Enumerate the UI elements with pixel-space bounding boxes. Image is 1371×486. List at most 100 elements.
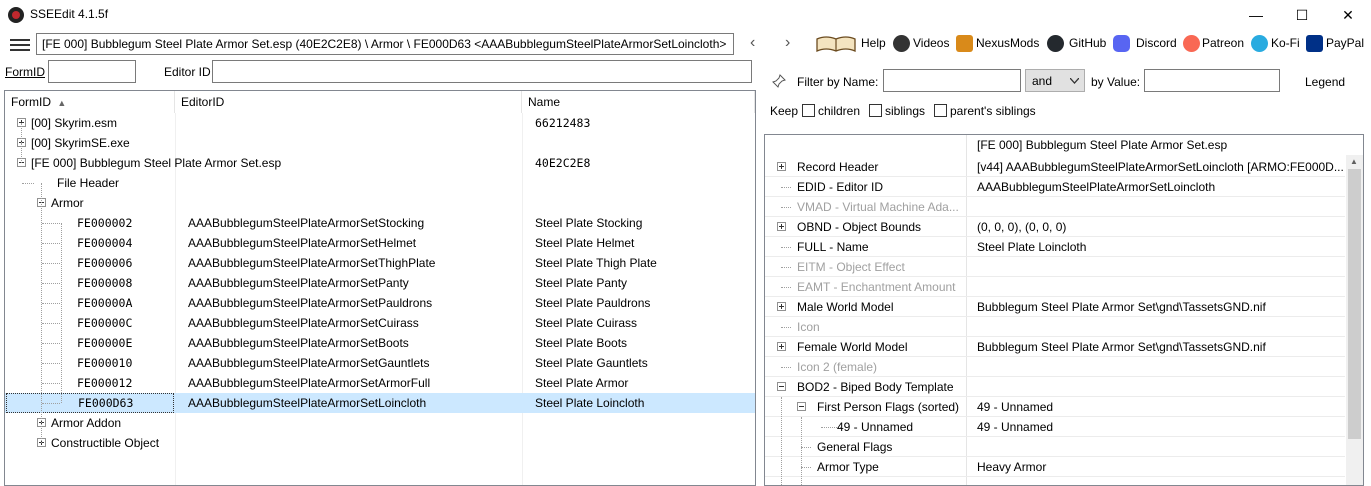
table-row[interactable]: FE00000E AAABubblegumSteelPlateArmorSetBo… bbox=[5, 333, 755, 353]
table-row[interactable]: [00] SkyrimSE.exe bbox=[5, 133, 755, 153]
scroll-up-icon[interactable]: ▲ bbox=[1350, 157, 1358, 166]
videos-link[interactable]: Videos bbox=[913, 36, 949, 50]
kofi-icon[interactable] bbox=[1251, 35, 1268, 52]
help-link[interactable]: Help bbox=[861, 36, 886, 50]
formid-cell: FE000004 bbox=[77, 236, 133, 250]
field-value[interactable]: Steel Plate Loincloth bbox=[977, 237, 1345, 257]
table-row[interactable]: FE000008 AAABubblegumSteelPlateArmorSetPa… bbox=[5, 273, 755, 293]
editorid-cell: AAABubblegumSteelPlateArmorSetLoincloth bbox=[188, 396, 427, 410]
record-path-field[interactable]: [FE 000] Bubblegum Steel Plate Armor Set… bbox=[36, 33, 734, 55]
scrollbar-thumb[interactable] bbox=[1348, 169, 1361, 439]
filter-value-input[interactable] bbox=[1144, 69, 1280, 92]
forward-button[interactable]: › bbox=[785, 34, 790, 52]
maximize-button[interactable]: ☐ bbox=[1279, 0, 1325, 30]
keep-parents-siblings-checkbox[interactable] bbox=[934, 104, 947, 117]
record-field-row[interactable]: Male World Model Bubblegum Steel Plate Ar… bbox=[765, 297, 1345, 317]
github-link[interactable]: GitHub bbox=[1069, 36, 1106, 50]
window-title: SSEEdit 4.1.5f bbox=[30, 7, 109, 21]
record-field-row[interactable]: First Person Flags (sorted) 49 - Unnamed bbox=[765, 397, 1345, 417]
table-row[interactable]: FE00000C AAABubblegumSteelPlateArmorSetCu… bbox=[5, 313, 755, 333]
field-value[interactable]: Bubblegum Steel Plate Armor Set\gnd\Tass… bbox=[977, 337, 1345, 357]
plugin-column-header[interactable]: [FE 000] Bubblegum Steel Plate Armor Set… bbox=[977, 135, 1345, 155]
table-row-selected[interactable]: FE000D63 AAABubblegumSteelPlateArmorSetLo… bbox=[5, 393, 755, 413]
expand-icon[interactable] bbox=[777, 162, 786, 171]
table-row[interactable]: Armor Addon bbox=[5, 413, 755, 433]
column-header-formid[interactable]: FormID ▲ bbox=[5, 91, 175, 113]
editorid-input[interactable] bbox=[212, 60, 752, 83]
github-icon[interactable] bbox=[1047, 35, 1064, 52]
filter-name-input[interactable] bbox=[883, 69, 1021, 92]
gamepad-icon[interactable] bbox=[893, 35, 910, 52]
formid-input[interactable] bbox=[48, 60, 136, 83]
table-row[interactable]: [00] Skyrim.esm 66212483 bbox=[5, 113, 755, 133]
table-row[interactable]: [FE 000] Bubblegum Steel Plate Armor Set… bbox=[5, 153, 755, 173]
patreon-icon[interactable] bbox=[1183, 35, 1200, 52]
expand-icon[interactable] bbox=[777, 222, 786, 231]
paypal-icon[interactable] bbox=[1306, 35, 1323, 52]
nexus-icon[interactable] bbox=[956, 35, 973, 52]
field-value[interactable]: 49 - Unnamed bbox=[977, 417, 1345, 437]
table-row[interactable]: File Header bbox=[5, 173, 755, 193]
table-row[interactable]: FE000010 AAABubblegumSteelPlateArmorSetGa… bbox=[5, 353, 755, 373]
record-field-row[interactable]: Female World Model Bubblegum Steel Plate … bbox=[765, 337, 1345, 357]
table-row[interactable]: FE000002 AAABubblegumSteelPlateArmorSetSt… bbox=[5, 213, 755, 233]
collapse-icon[interactable] bbox=[797, 402, 806, 411]
filter-operator-select[interactable]: and bbox=[1025, 69, 1085, 92]
table-row[interactable]: FE000012 AAABubblegumSteelPlateArmorSetAr… bbox=[5, 373, 755, 393]
field-value[interactable]: 49 - Unnamed bbox=[977, 397, 1345, 417]
pin-icon[interactable] bbox=[772, 74, 786, 88]
discord-link[interactable]: Discord bbox=[1136, 36, 1177, 50]
record-field-row[interactable]: EAMT - Enchantment Amount bbox=[765, 277, 1345, 297]
toolbar: [FE 000] Bubblegum Steel Plate Armor Set… bbox=[0, 30, 1371, 58]
field-value[interactable]: [v44] AAABubblegumSteelPlateArmorSetLoin… bbox=[977, 157, 1345, 177]
record-field-row[interactable]: Armor Type Heavy Armor bbox=[765, 457, 1345, 477]
table-row[interactable]: Constructible Object bbox=[5, 433, 755, 453]
legend-button[interactable]: Legend bbox=[1305, 75, 1345, 89]
field-value[interactable]: (0, 0, 0), (0, 0, 0) bbox=[977, 217, 1345, 237]
collapse-icon[interactable] bbox=[777, 382, 786, 391]
book-icon[interactable] bbox=[815, 35, 857, 53]
record-view-panel: Filter by Name: and by Value: Legend Kee… bbox=[760, 58, 1371, 486]
paypal-link[interactable]: PayPal bbox=[1326, 36, 1364, 50]
menu-icon[interactable] bbox=[10, 39, 30, 51]
record-field-row[interactable]: General Flags bbox=[765, 437, 1345, 457]
field-label: Male World Model bbox=[797, 300, 894, 314]
minimize-button[interactable]: — bbox=[1233, 0, 1279, 30]
record-field-row[interactable]: BOD2 - Biped Body Template bbox=[765, 377, 1345, 397]
name-cell: Steel Plate Panty bbox=[535, 276, 628, 290]
record-field-row[interactable]: FULL - Name Steel Plate Loincloth bbox=[765, 237, 1345, 257]
discord-icon[interactable] bbox=[1113, 35, 1130, 52]
record-field-row[interactable]: VMAD - Virtual Machine Ada... bbox=[765, 197, 1345, 217]
patreon-link[interactable]: Patreon bbox=[1202, 36, 1244, 50]
nexusmods-link[interactable]: NexusMods bbox=[976, 36, 1039, 50]
formid-cell: Armor bbox=[51, 196, 84, 210]
keep-children-checkbox[interactable] bbox=[802, 104, 815, 117]
column-header-editorid[interactable]: EditorID bbox=[175, 91, 522, 113]
record-field-row[interactable]: EITM - Object Effect bbox=[765, 257, 1345, 277]
record-fields-grid: [FE 000] Bubblegum Steel Plate Armor Set… bbox=[764, 134, 1364, 486]
keep-siblings-checkbox[interactable] bbox=[869, 104, 882, 117]
record-field-row[interactable]: 49 - Unnamed 49 - Unnamed bbox=[765, 417, 1345, 437]
table-row[interactable]: FE000006 AAABubblegumSteelPlateArmorSetTh… bbox=[5, 253, 755, 273]
field-value[interactable]: Heavy Armor bbox=[977, 457, 1345, 477]
expand-icon[interactable] bbox=[777, 302, 786, 311]
record-field-row[interactable]: OBND - Object Bounds (0, 0, 0), (0, 0, 0) bbox=[765, 217, 1345, 237]
kofi-link[interactable]: Ko-Fi bbox=[1271, 36, 1300, 50]
record-field-row[interactable]: EDID - Editor ID AAABubblegumSteelPlateAr… bbox=[765, 177, 1345, 197]
formid-cell: FE000D63 bbox=[6, 393, 174, 413]
field-value[interactable]: AAABubblegumSteelPlateArmorSetLoincloth bbox=[977, 177, 1345, 197]
table-row[interactable]: FE00000A AAABubblegumSteelPlateArmorSetPa… bbox=[5, 293, 755, 313]
back-button[interactable]: ‹ bbox=[750, 34, 755, 52]
close-button[interactable]: ✕ bbox=[1325, 0, 1371, 30]
name-cell: Steel Plate Helmet bbox=[535, 236, 635, 250]
vertical-scrollbar[interactable]: ▲ bbox=[1346, 155, 1363, 485]
record-field-row[interactable]: Record Header [v44] AAABubblegumSteelPlat… bbox=[765, 157, 1345, 177]
table-row[interactable]: Armor bbox=[5, 193, 755, 213]
record-field-row[interactable]: Icon 2 (female) bbox=[765, 357, 1345, 377]
record-field-row[interactable]: Icon bbox=[765, 317, 1345, 337]
field-value[interactable]: Bubblegum Steel Plate Armor Set\gnd\Tass… bbox=[977, 297, 1345, 317]
expand-icon[interactable] bbox=[777, 342, 786, 351]
column-header-name[interactable]: Name bbox=[522, 91, 755, 113]
name-cell: Steel Plate Loincloth bbox=[535, 396, 645, 410]
table-row[interactable]: FE000004 AAABubblegumSteelPlateArmorSetHe… bbox=[5, 233, 755, 253]
